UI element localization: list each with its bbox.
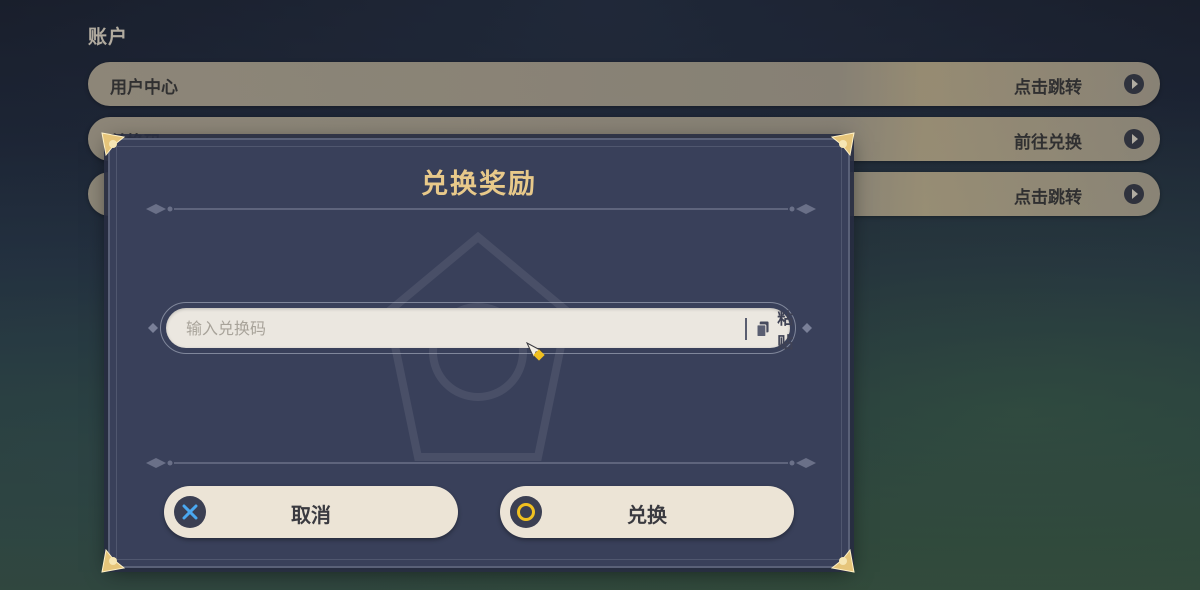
clipboard-icon bbox=[757, 321, 769, 337]
cancel-button[interactable]: 取消 bbox=[164, 486, 458, 538]
corner-ornament-icon bbox=[830, 548, 855, 573]
corner-ornament-icon bbox=[101, 132, 126, 157]
redeem-code-input[interactable] bbox=[166, 308, 790, 348]
paste-separator bbox=[745, 318, 747, 340]
paste-button[interactable]: 粘贴 bbox=[757, 309, 799, 352]
cancel-label: 取消 bbox=[291, 503, 331, 527]
confirm-label: 兑换 bbox=[627, 503, 667, 527]
dialog-title: 兑换奖励 bbox=[421, 169, 537, 200]
cursor-icon bbox=[526, 342, 545, 361]
confirm-redeem-button[interactable]: 兑换 bbox=[500, 486, 794, 538]
diamond-icon bbox=[802, 323, 812, 333]
diamond-icon bbox=[148, 323, 158, 333]
paste-label: 粘贴 bbox=[777, 309, 794, 352]
divider-top bbox=[146, 204, 816, 214]
redeem-code-input-wrap: 粘贴 bbox=[160, 302, 796, 354]
corner-ornament-icon bbox=[830, 132, 855, 157]
divider-bottom bbox=[146, 458, 816, 468]
redeem-dialog: 兑换奖励 粘贴 取消 bbox=[108, 138, 850, 568]
corner-ornament-icon bbox=[101, 548, 126, 573]
